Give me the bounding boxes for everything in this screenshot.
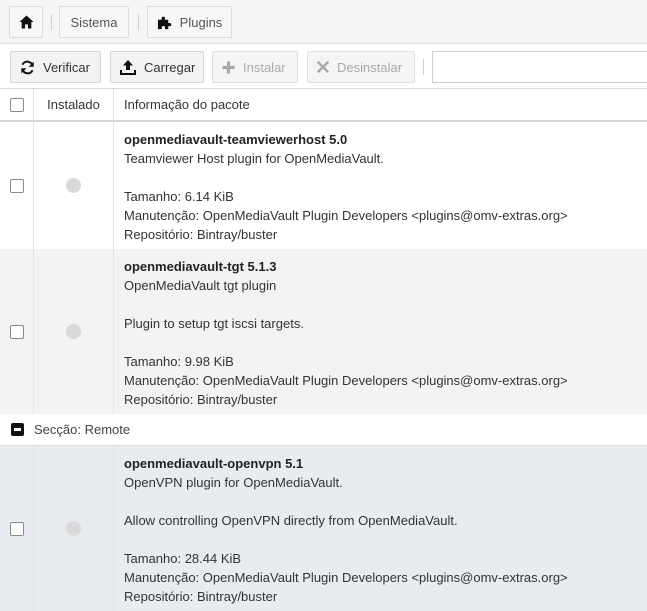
toolbar: Verificar Carregar Instalar Desinstalar — [0, 44, 647, 89]
section-label: Secção: Remote — [34, 422, 131, 437]
row-select-cell — [0, 446, 34, 611]
instalar-label: Instalar — [243, 59, 286, 75]
instalar-button[interactable]: Instalar — [212, 51, 298, 83]
package-name: openmediavault-openvpn 5.1 — [124, 456, 304, 471]
package-description: Plugin to setup tgt iscsi targets. — [124, 316, 304, 331]
verificar-label: Verificar — [43, 59, 90, 75]
package-summary: Teamviewer Host plugin for OpenMediaVaul… — [124, 151, 384, 166]
column-header-informacao[interactable]: Informação do pacote — [114, 89, 250, 120]
select-all-checkbox[interactable] — [9, 97, 24, 112]
refresh-icon — [21, 60, 34, 74]
table-row[interactable]: openmediavault-tgt 5.1.3 OpenMediaVault … — [0, 249, 647, 414]
package-repository: Repositório: Bintray/buster — [124, 589, 278, 604]
breadcrumb-separator — [138, 14, 139, 30]
installed-status-indicator — [66, 324, 81, 339]
collapse-icon[interactable] — [11, 423, 24, 436]
row-checkbox[interactable] — [9, 178, 24, 193]
package-repository: Repositório: Bintray/buster — [124, 392, 278, 407]
breadcrumb-label: Plugins — [179, 14, 223, 30]
home-icon — [19, 15, 33, 29]
row-checkbox[interactable] — [9, 521, 24, 536]
toolbar-separator — [423, 59, 424, 75]
breadcrumb: Sistema Plugins — [0, 0, 647, 44]
breadcrumb-label: Sistema — [70, 14, 118, 30]
package-info: openmediavault-teamviewerhost 5.0 Teamvi… — [114, 122, 647, 244]
installed-cell — [34, 122, 114, 249]
breadcrumb-home-button[interactable] — [9, 6, 43, 38]
upload-icon — [120, 60, 136, 75]
package-summary: OpenMediaVault tgt plugin — [124, 278, 277, 293]
package-maintainer: Manutenção: OpenMediaVault Plugin Develo… — [124, 570, 568, 585]
package-name: openmediavault-tgt 5.1.3 — [124, 259, 277, 274]
breadcrumb-item-plugins[interactable]: Plugins — [147, 6, 232, 38]
grid-header: Instalado Informação do pacote — [0, 89, 647, 122]
breadcrumb-item-sistema[interactable]: Sistema — [59, 6, 129, 38]
installed-cell — [34, 249, 114, 414]
puzzle-icon — [157, 16, 171, 29]
row-select-cell — [0, 249, 34, 414]
package-repository: Repositório: Bintray/buster — [124, 227, 278, 242]
plus-icon — [222, 60, 235, 74]
search-input[interactable] — [432, 51, 647, 83]
package-size: Tamanho: 9.98 KiB — [124, 354, 234, 369]
desinstalar-label: Desinstalar — [337, 59, 403, 75]
table-row[interactable]: openmediavault-openvpn 5.1 OpenVPN plugi… — [0, 446, 647, 611]
package-description: Allow controlling OpenVPN directly from … — [124, 513, 458, 528]
close-icon — [317, 61, 329, 73]
select-all-cell — [0, 89, 34, 120]
column-header-instalado[interactable]: Instalado — [34, 89, 114, 120]
row-checkbox[interactable] — [9, 324, 24, 339]
package-info: openmediavault-tgt 5.1.3 OpenMediaVault … — [114, 249, 647, 409]
section-header-remote[interactable]: Secção: Remote — [0, 414, 647, 446]
package-size: Tamanho: 6.14 KiB — [124, 189, 234, 204]
breadcrumb-separator — [51, 14, 52, 30]
installed-cell — [34, 446, 114, 611]
installed-status-indicator — [66, 178, 81, 193]
package-summary: OpenVPN plugin for OpenMediaVault. — [124, 475, 343, 490]
carregar-button[interactable]: Carregar — [110, 51, 204, 83]
package-maintainer: Manutenção: OpenMediaVault Plugin Develo… — [124, 208, 568, 223]
package-name: openmediavault-teamviewerhost 5.0 — [124, 132, 348, 147]
desinstalar-button[interactable]: Desinstalar — [307, 51, 415, 83]
installed-status-indicator — [66, 521, 81, 536]
package-maintainer: Manutenção: OpenMediaVault Plugin Develo… — [124, 373, 568, 388]
verificar-button[interactable]: Verificar — [10, 51, 101, 83]
package-size: Tamanho: 28.44 KiB — [124, 551, 242, 566]
row-select-cell — [0, 122, 34, 249]
table-row[interactable]: openmediavault-teamviewerhost 5.0 Teamvi… — [0, 122, 647, 249]
carregar-label: Carregar — [144, 59, 196, 75]
package-info: openmediavault-openvpn 5.1 OpenVPN plugi… — [114, 446, 647, 606]
